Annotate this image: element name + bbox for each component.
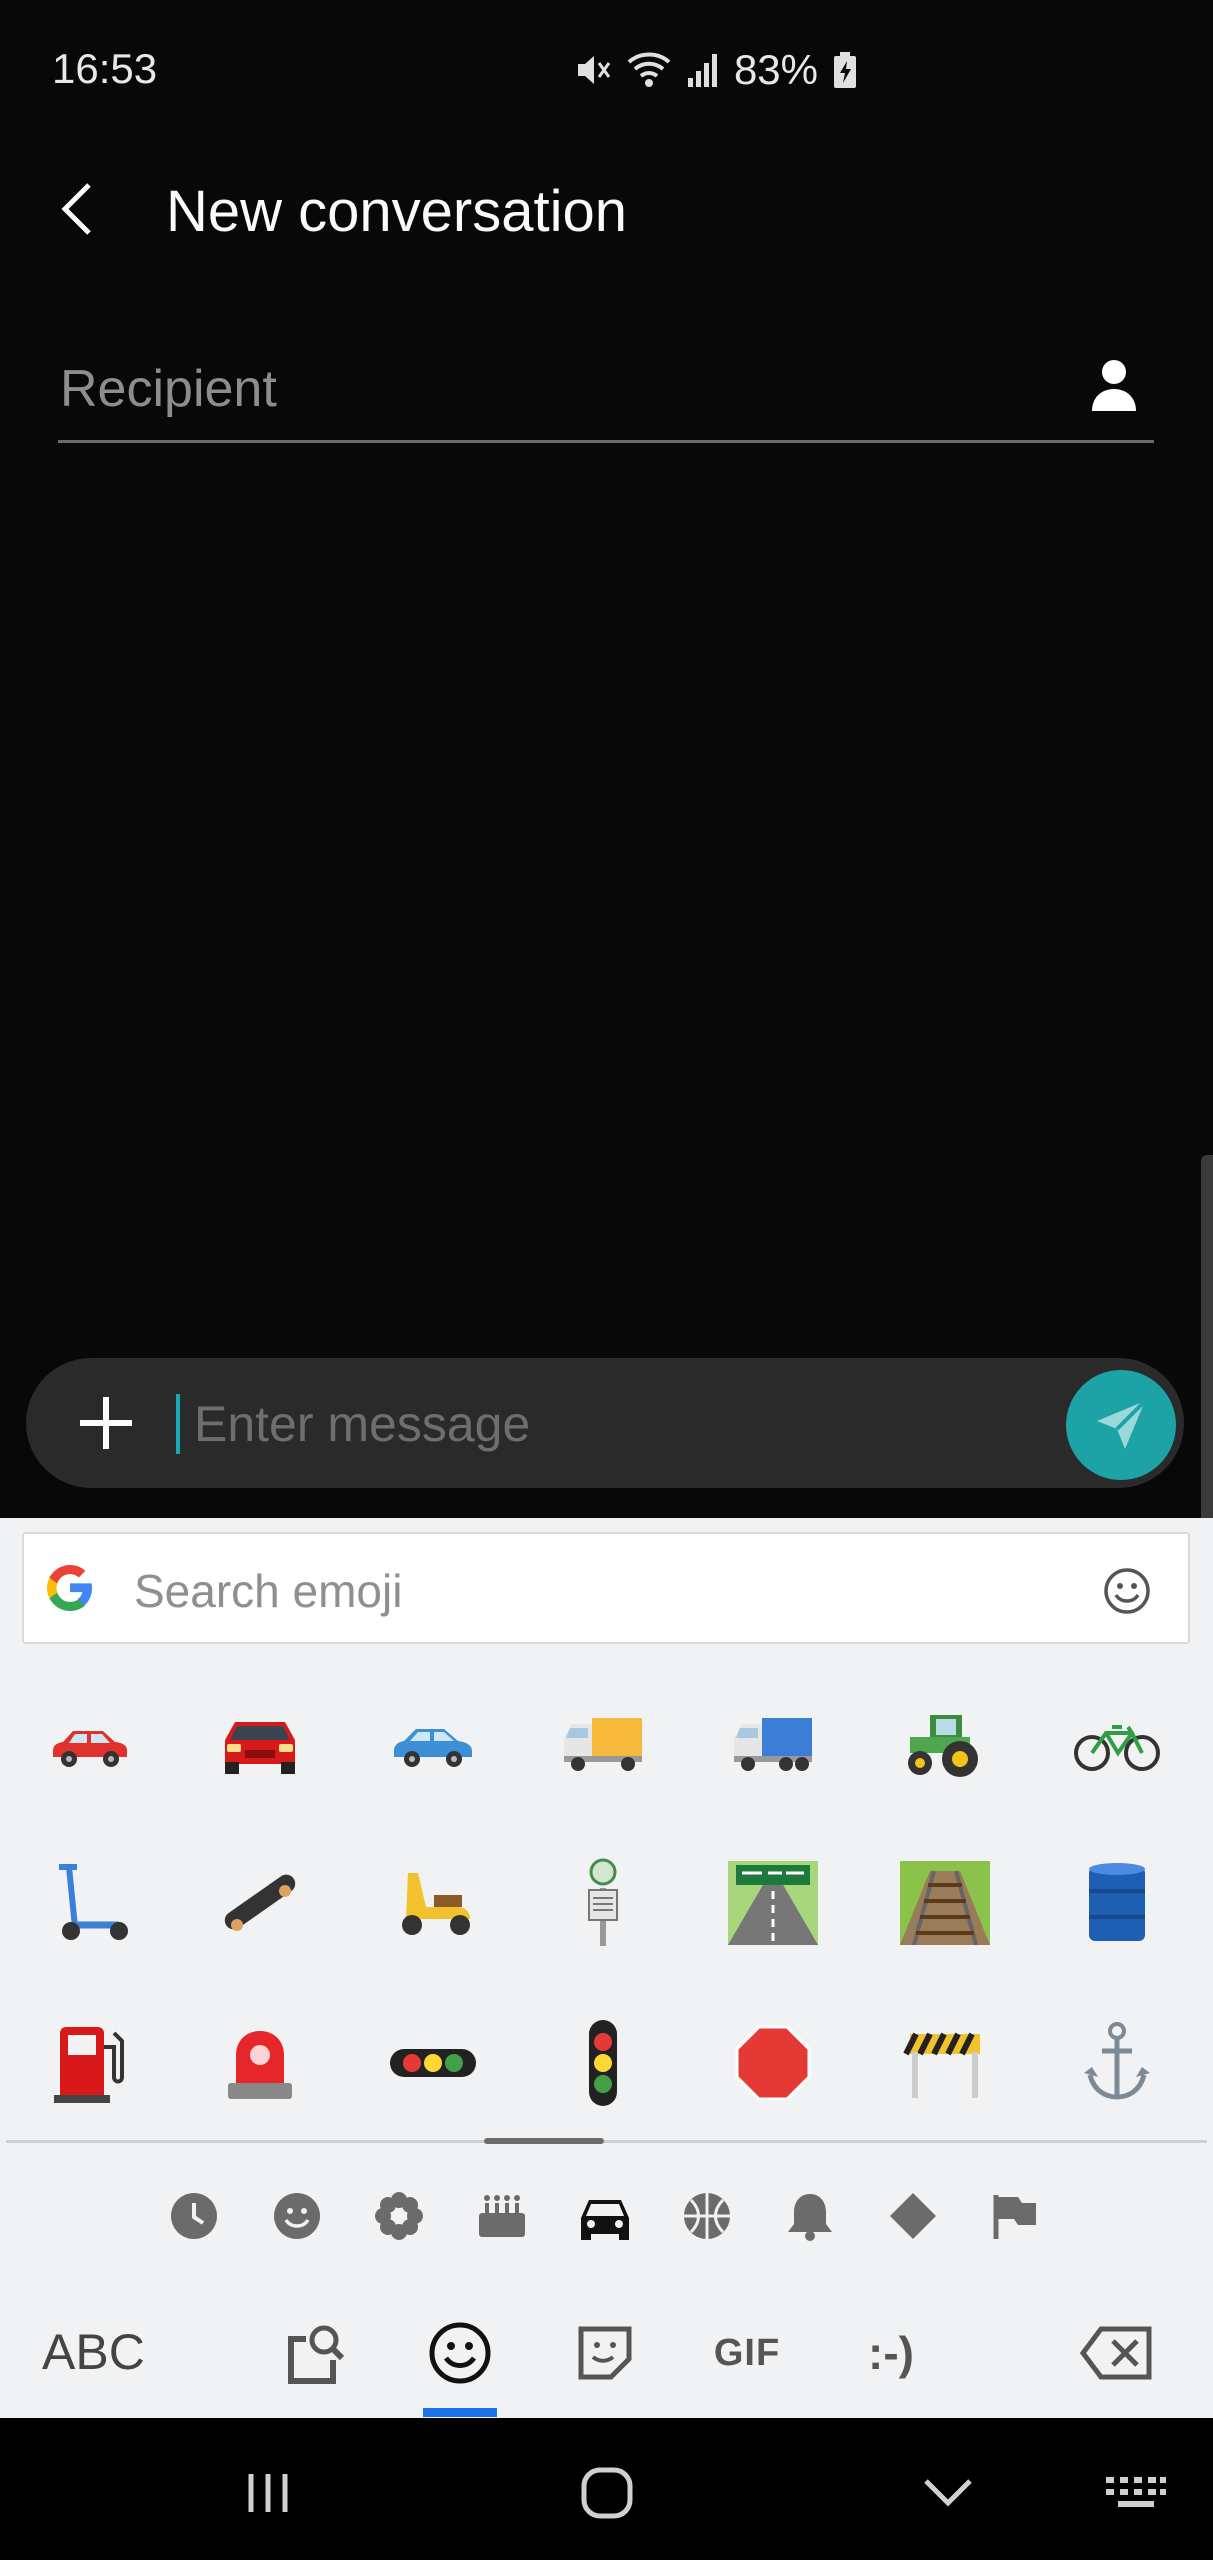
emoji-page-indicator <box>484 2138 604 2144</box>
police-car-light-emoji[interactable] <box>205 2008 315 2118</box>
sticker-icon <box>578 2326 632 2380</box>
text-cursor <box>176 1394 180 1454</box>
anchor-emoji[interactable] <box>1062 2008 1172 2118</box>
chevron-down-icon <box>924 2479 972 2507</box>
objects-bell-icon[interactable] <box>780 2186 840 2246</box>
keyboard-switch-button[interactable] <box>1096 2453 1176 2533</box>
navigation-bar <box>0 2418 1213 2560</box>
emoji-row <box>0 1848 1213 1968</box>
emoji-keyboard: Search emoji ABC GIF:-) <box>0 1518 1213 2418</box>
home-icon <box>581 2467 633 2519</box>
mute-icon <box>572 50 612 90</box>
blue-car-emoji[interactable] <box>378 1690 488 1800</box>
battery-charging-icon <box>832 50 858 90</box>
oil-drum-emoji[interactable] <box>1062 1848 1172 1958</box>
keyboard-icon <box>1106 2477 1166 2507</box>
battery-percent: 83% <box>733 46 818 93</box>
sticker-search-icon <box>288 2325 345 2384</box>
home-button[interactable] <box>567 2453 647 2533</box>
recent-clock-icon[interactable] <box>164 2186 224 2246</box>
emoji-row <box>0 2008 1213 2128</box>
backspace-icon <box>1079 2326 1152 2380</box>
hide-keyboard-button[interactable] <box>908 2453 988 2533</box>
tractor-emoji[interactable] <box>890 1690 1000 1800</box>
red-sedan-emoji[interactable] <box>205 1690 315 1800</box>
nature-flower-icon[interactable] <box>369 2186 429 2246</box>
kick-scooter-emoji[interactable] <box>35 1848 145 1958</box>
stop-sign-emoji[interactable] <box>718 2008 828 2118</box>
active-tab-indicator <box>423 2408 497 2417</box>
bus-stop-emoji[interactable] <box>548 1848 658 1958</box>
emoji-search-placeholder: Search emoji <box>134 1565 403 1617</box>
abc-key[interactable]: ABC <box>42 2323 145 2381</box>
gif-key[interactable]: GIF <box>702 2308 792 2398</box>
contact-picker-button[interactable] <box>1074 345 1154 425</box>
activities-ball-icon[interactable] <box>677 2186 737 2246</box>
attach-button[interactable] <box>66 1383 146 1463</box>
emoticon-key[interactable]: :-) <box>846 2308 936 2398</box>
red-car-emoji[interactable] <box>35 1690 145 1800</box>
delivery-truck-emoji[interactable] <box>548 1690 658 1800</box>
google-logo-icon <box>42 1560 98 1621</box>
back-arrow-icon <box>61 183 91 235</box>
bicycle-emoji[interactable] <box>1062 1690 1172 1800</box>
travel-car-icon[interactable] <box>575 2186 635 2246</box>
wifi-icon <box>626 50 672 90</box>
signal-icon <box>686 50 720 90</box>
send-icon <box>1097 1399 1147 1449</box>
skateboard-emoji[interactable] <box>205 1848 315 1958</box>
grid-divider <box>6 2140 1207 2143</box>
flags-flag-icon[interactable] <box>985 2186 1045 2246</box>
app-header: New conversation <box>0 150 1213 265</box>
emoji-smiley-icon <box>429 2322 491 2384</box>
motor-scooter-emoji[interactable] <box>378 1848 488 1958</box>
smileys-category-icon[interactable] <box>267 2186 327 2246</box>
keyboard-bottom-row: ABC GIF :-) <box>0 2278 1213 2418</box>
back-button[interactable] <box>42 174 112 244</box>
food-cake-icon[interactable] <box>472 2186 532 2246</box>
emoji-row <box>0 1690 1213 1810</box>
motorway-emoji[interactable] <box>718 1848 828 1958</box>
status-icons: 83% <box>572 45 858 95</box>
delete-key[interactable] <box>1072 2308 1162 2398</box>
recents-icon <box>248 2474 288 2512</box>
status-bar: 16:53 83% <box>0 0 1213 150</box>
recipient-input[interactable] <box>58 348 1042 430</box>
recents-button[interactable] <box>228 2453 308 2533</box>
message-input[interactable] <box>176 1383 1076 1465</box>
fuel-pump-emoji[interactable] <box>35 2008 145 2118</box>
articulated-lorry-emoji[interactable] <box>718 1690 828 1800</box>
emoji-key[interactable] <box>415 2308 505 2398</box>
railway-track-emoji[interactable] <box>890 1848 1000 1958</box>
smiley-icon[interactable] <box>1102 1566 1152 1621</box>
sticker-key[interactable] <box>560 2308 650 2398</box>
symbols-diamond-icon[interactable] <box>883 2186 943 2246</box>
plus-icon <box>80 1397 132 1449</box>
page-title: New conversation <box>166 179 627 244</box>
status-time: 16:53 <box>52 45 158 92</box>
vertical-traffic-light-emoji[interactable] <box>548 2008 658 2118</box>
recipient-row <box>58 330 1154 443</box>
horizontal-traffic-light-emoji[interactable] <box>378 2008 488 2118</box>
sticker-search-key[interactable] <box>270 2308 360 2398</box>
emoji-search-box[interactable]: Search emoji <box>22 1532 1190 1644</box>
construction-emoji[interactable] <box>890 2008 1000 2118</box>
emoji-category-bar <box>0 2158 1213 2278</box>
message-composer <box>26 1358 1184 1488</box>
person-icon <box>1092 360 1136 411</box>
send-button[interactable] <box>1066 1370 1176 1480</box>
